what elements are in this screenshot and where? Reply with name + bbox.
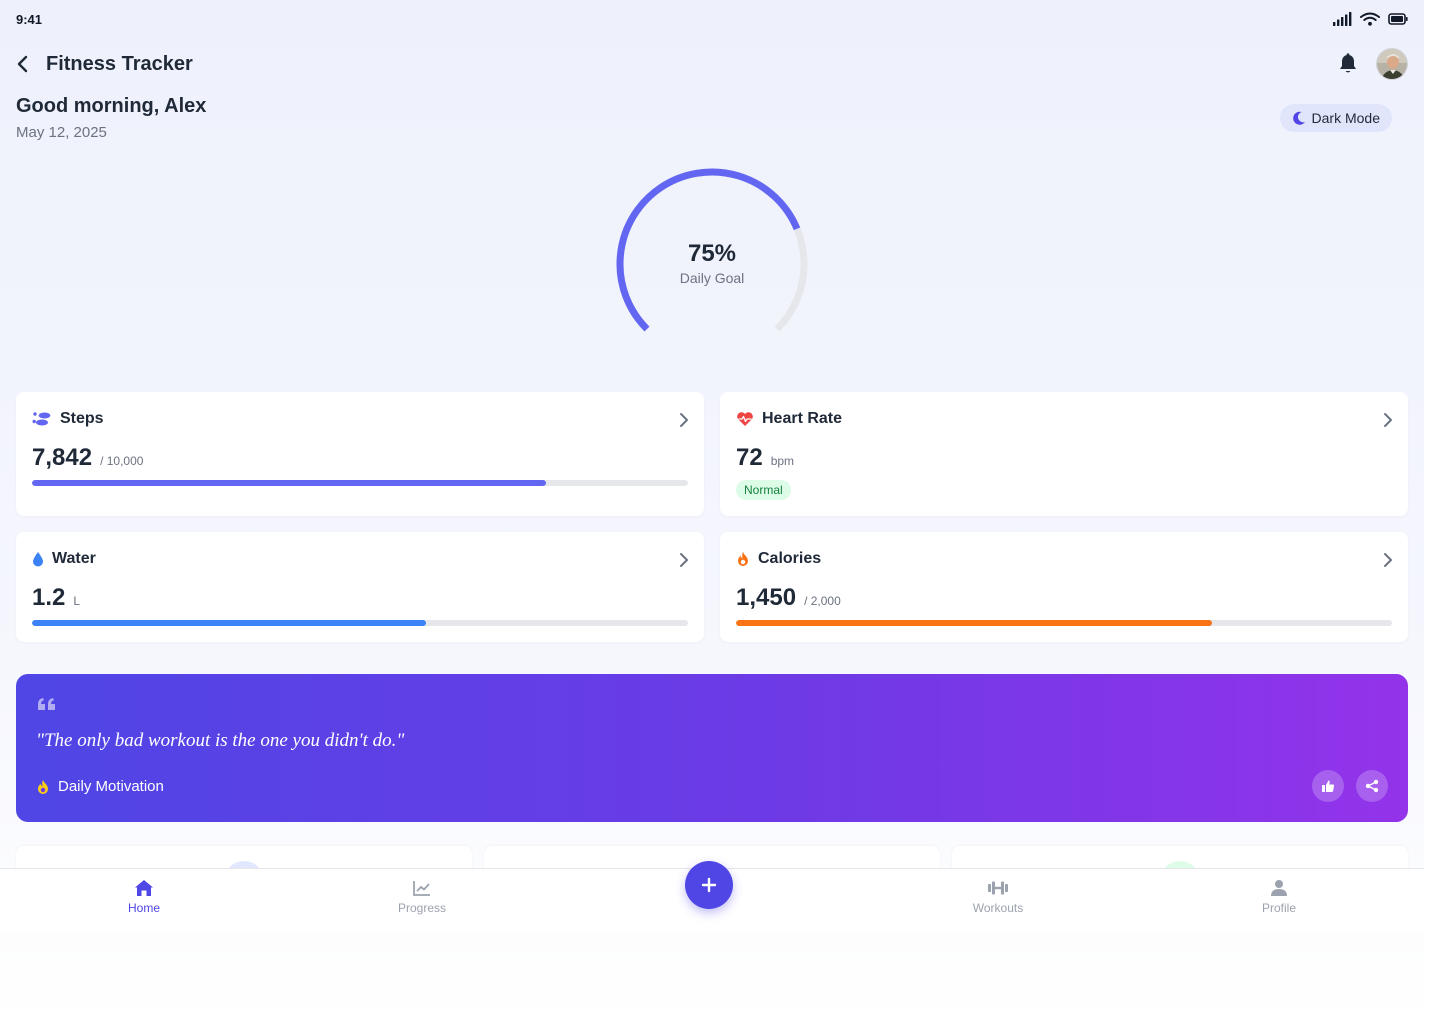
motivation-actions (1312, 770, 1388, 802)
status-badge: Normal (736, 480, 791, 500)
status-icons (1332, 12, 1408, 26)
chevron-left-icon[interactable] (16, 54, 32, 74)
chevron-right-icon[interactable] (1382, 552, 1394, 568)
water-value: 1.2 (32, 584, 66, 611)
goal-value: 75% (687, 240, 737, 267)
calories-progress-fill (736, 620, 1212, 626)
nav-workouts-label: Workouts (972, 901, 1024, 915)
quote-icon (38, 698, 55, 710)
nav-home[interactable]: Home (94, 879, 194, 915)
moon-icon (1292, 111, 1305, 125)
calories-card[interactable]: Calories 1,450 / 2,000 (720, 532, 1408, 642)
water-card[interactable]: Water 1.2 L (16, 532, 704, 642)
calories-card-header: Calories (736, 550, 821, 568)
peek-card-3 (952, 846, 1408, 870)
greeting-date: May 12, 2025 (16, 124, 107, 141)
chart-line-icon (413, 881, 430, 896)
header-right (1338, 48, 1408, 80)
heart-rate-card[interactable]: Heart Rate 72 bpm Normal (720, 392, 1408, 516)
chevron-right-icon[interactable] (678, 412, 690, 428)
peek-card-1 (16, 846, 472, 870)
motivation-banner: "The only bad workout is the one you did… (16, 674, 1408, 822)
nav-home-label: Home (127, 901, 160, 915)
nav-profile[interactable]: Profile (1229, 879, 1329, 915)
calories-title: Calories (758, 550, 822, 567)
steps-goal: / 10,000 (100, 454, 144, 468)
steps-card[interactable]: Steps 7,842 / 10,000 (16, 392, 704, 516)
bell-icon[interactable] (1338, 53, 1358, 75)
chevron-right-icon[interactable] (678, 552, 690, 568)
goal-label: Daily Goal (679, 270, 745, 286)
water-title: Water (52, 550, 96, 567)
dark-mode-toggle[interactable]: Dark Mode (1279, 104, 1392, 132)
header-left: Fitness Tracker (16, 53, 193, 76)
water-drop-icon (33, 552, 43, 567)
status-bar: 9:41 (16, 10, 1408, 28)
flame-icon (38, 779, 48, 794)
steps-progress-fill (32, 480, 547, 486)
motivation-label: Daily Motivation (58, 778, 164, 795)
thumbs-up-icon (1322, 780, 1335, 792)
share-icon (1365, 779, 1379, 793)
heart-rate-card-header: Heart Rate (736, 410, 842, 428)
water-progress-fill (32, 620, 426, 626)
heart-rate-title: Heart Rate (762, 410, 843, 427)
steps-value: 7,842 (32, 444, 93, 471)
nav-workouts[interactable]: Workouts (948, 879, 1048, 915)
steps-card-header: Steps (32, 410, 104, 428)
calories-goal: / 2,000 (804, 594, 841, 608)
home-icon (135, 880, 153, 896)
nav-progress-label: Progress (397, 901, 447, 915)
plus-icon (701, 877, 717, 893)
share-button[interactable] (1356, 770, 1388, 802)
like-button[interactable] (1312, 770, 1344, 802)
calories-progress (736, 620, 1392, 626)
signal-icon (1333, 12, 1352, 26)
heart-rate-metric: 72 bpm (736, 444, 794, 472)
footsteps-icon (32, 412, 51, 426)
daily-goal-text: 75% Daily Goal (612, 240, 812, 286)
app-title: Fitness Tracker (46, 52, 193, 75)
dark-mode-label: Dark Mode (1311, 110, 1380, 126)
nav-progress[interactable]: Progress (372, 879, 472, 915)
wifi-icon (1360, 12, 1380, 26)
battery-icon (1388, 13, 1408, 25)
app-screen: 9:41 Fitness Tracker Good morning, Alex … (0, 0, 1424, 1024)
dumbbell-icon (988, 881, 1008, 895)
water-unit: L (73, 594, 81, 608)
app-header: Fitness Tracker (16, 48, 1408, 80)
greeting-title: Good morning, Alex (16, 95, 207, 117)
steps-title: Steps (60, 410, 104, 427)
water-progress (32, 620, 688, 626)
calories-metric: 1,450 / 2,000 (736, 584, 841, 612)
avatar[interactable] (1376, 48, 1408, 80)
nav-profile-label: Profile (1261, 901, 1296, 915)
greeting: Good morning, Alex May 12, 2025 (16, 95, 206, 141)
heart-rate-unit: bpm (770, 454, 795, 468)
motivation-label-row: Daily Motivation (36, 778, 164, 795)
motivation-quote: "The only bad workout is the one you did… (36, 730, 405, 751)
flame-icon (738, 552, 748, 566)
water-metric: 1.2 L (32, 584, 80, 612)
heart-rate-value: 72 (736, 444, 763, 471)
status-time: 9:41 (16, 11, 43, 27)
calories-value: 1,450 (736, 584, 797, 611)
water-card-header: Water (32, 550, 96, 568)
chevron-right-icon[interactable] (1382, 412, 1394, 428)
steps-metric: 7,842 / 10,000 (32, 444, 143, 472)
steps-progress (32, 480, 688, 486)
heart-pulse-icon (737, 412, 753, 426)
add-button[interactable] (685, 861, 733, 909)
user-icon (1271, 880, 1287, 896)
